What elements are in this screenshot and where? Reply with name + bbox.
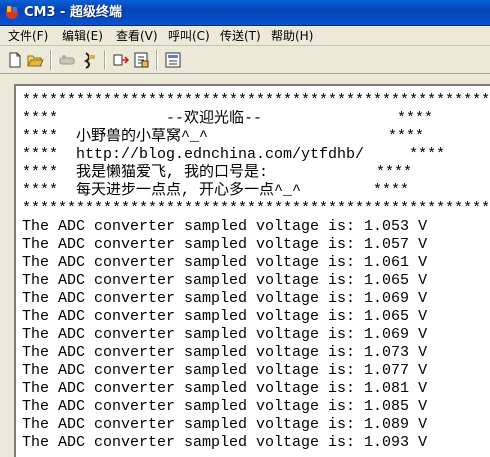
toolbar-separator [104,50,106,70]
terminal-line: The ADC converter sampled voltage is: 1.… [22,272,428,289]
terminal-line: The ADC converter sampled voltage is: 1.… [22,254,428,271]
terminal-line: The ADC converter sampled voltage is: 1.… [22,344,428,361]
properties-icon[interactable] [164,51,182,69]
toolbar-separator [50,50,52,70]
terminal-line: The ADC converter sampled voltage is: 1.… [22,290,428,307]
window-title: CM3 - 超级终端 [24,5,122,20]
terminal-line: The ADC converter sampled voltage is: 1.… [22,326,428,343]
send-icon[interactable] [112,51,130,69]
disconnect-icon[interactable] [58,51,76,69]
terminal-line: The ADC converter sampled voltage is: 1.… [22,218,428,235]
terminal-line: The ADC converter sampled voltage is: 1.… [22,398,428,415]
terminal-line: **** 每天进步一点点, 开心多一点^_^ **** [22,182,410,199]
terminal-line: **** 我是懒猫爱飞, 我的口号是: **** [22,164,413,181]
terminal-line: The ADC converter sampled voltage is: 1.… [22,308,428,325]
title-bar[interactable]: CM3 - 超级终端 [0,0,490,26]
menu-transfer[interactable]: 传送(T) [220,28,261,44]
terminal-line: The ADC converter sampled voltage is: 1.… [22,416,428,433]
terminal-line: The ADC converter sampled voltage is: 1.… [22,236,428,253]
terminal-window[interactable]: ****************************************… [14,84,490,457]
dial-icon[interactable] [80,51,98,69]
terminal-line: The ADC converter sampled voltage is: 1.… [22,434,428,451]
toolbar [0,46,490,74]
terminal-line: **** 小野兽的小草窝^_^ **** [22,128,425,145]
terminal-line: ****************************************… [22,200,490,217]
menu-help[interactable]: 帮助(H) [271,28,313,44]
open-icon[interactable] [26,51,44,69]
terminal-line: ****************************************… [22,92,490,109]
terminal-line: **** http://blog.ednchina.com/ytfdhb/ **… [22,146,446,163]
menu-edit[interactable]: 编辑(E) [62,28,103,44]
terminal-line: The ADC converter sampled voltage is: 1.… [22,362,428,379]
menu-bar: 文件(F) 编辑(E) 查看(V) 呼叫(C) 传送(T) 帮助(H) [0,26,490,46]
terminal-line: **** --欢迎光临-- **** [22,110,434,127]
app-icon [6,6,18,19]
menu-file[interactable]: 文件(F) [8,28,48,44]
menu-view[interactable]: 查看(V) [116,28,158,44]
terminal-line: The ADC converter sampled voltage is: 1.… [22,380,428,397]
menu-call[interactable]: 呼叫(C) [168,28,210,44]
terminal-output: ****************************************… [22,92,490,452]
receive-icon[interactable] [132,51,150,69]
new-icon[interactable] [6,51,24,69]
toolbar-separator [156,50,158,70]
